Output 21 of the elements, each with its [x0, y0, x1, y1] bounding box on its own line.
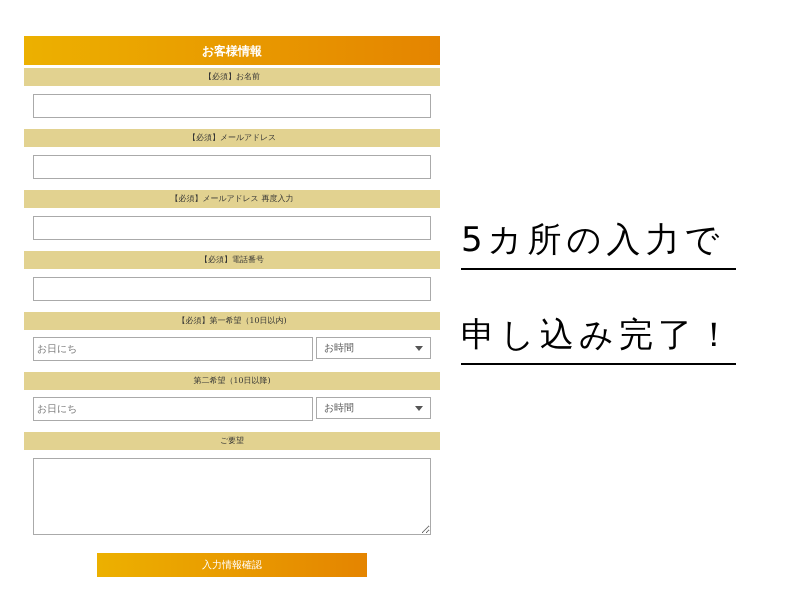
field-label: 【必須】メールアドレス: [24, 129, 440, 147]
field-label: 【必須】電話番号: [24, 251, 440, 269]
input-field[interactable]: [33, 277, 431, 301]
time-select[interactable]: お時間: [316, 337, 431, 359]
caret-icon: [415, 346, 423, 350]
field-label: ご要望: [24, 432, 440, 450]
form-header: お客様情報: [24, 36, 440, 65]
request-textarea[interactable]: [33, 458, 431, 535]
promo-text: 5カ所の入力で: [461, 213, 736, 270]
date-field[interactable]: お日にち: [33, 397, 313, 421]
field-label: 【必須】第一希望（10日以内): [24, 312, 440, 330]
input-field[interactable]: [33, 155, 431, 179]
date-field[interactable]: お日にち: [33, 337, 313, 361]
field-label: 【必須】お名前: [24, 68, 440, 86]
input-field[interactable]: [33, 94, 431, 118]
input-field[interactable]: [33, 216, 431, 240]
time-select[interactable]: お時間: [316, 397, 431, 419]
field-label: 第二希望（10日以降): [24, 372, 440, 390]
promo-text: 申し込み完了！: [461, 308, 736, 365]
caret-icon: [415, 406, 423, 410]
field-label: 【必須】メールアドレス 再度入力: [24, 190, 440, 208]
